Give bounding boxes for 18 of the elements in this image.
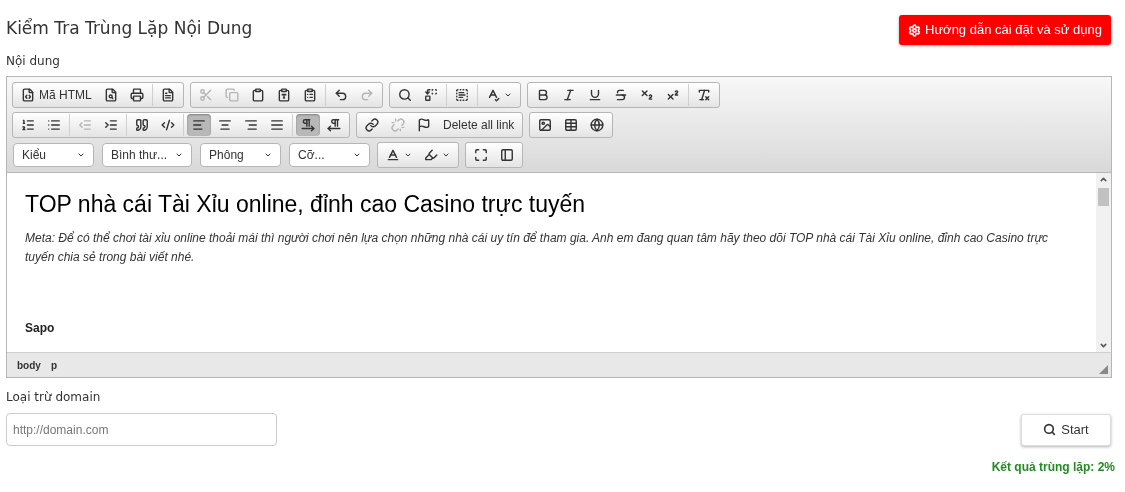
element-path-link[interactable]: body bbox=[17, 357, 41, 373]
toolbar-dropdown[interactable]: Phông bbox=[200, 143, 282, 167]
toolbar-dropdown[interactable]: Cỡ... bbox=[289, 143, 371, 167]
field-label: Loại trừ domain bbox=[6, 389, 102, 406]
page-title: Kiểm Tra Trùng Lặp Nội Dung bbox=[6, 17, 253, 40]
section-heading: Sapo bbox=[25, 319, 56, 337]
toolbar-dropdown[interactable]: Kiểu bbox=[13, 143, 94, 167]
meta-paragraph: Meta: Để có thể chơi tài xỉu online thoải mái thì người chơi nên lựa chọn những nhà cái uy tín để tham gia. Anh em đang quan tâm hãy theo dõi TOP nhà cái Tài Xỉu online, đỉnh cao Casino trực tuyến chia sẻ trong bài viết nhé. bbox=[25, 229, 1049, 266]
duplicate-result: Kết quả trùng lặp: 2% bbox=[991, 459, 1115, 476]
guide-button[interactable]: Hướng dẫn cài đặt và sử dụng bbox=[899, 15, 1111, 45]
document-heading: TOP nhà cái Tài Xỉu online, đỉnh cao Casino trực tuyến bbox=[25, 190, 587, 219]
start-button[interactable]: Start bbox=[1021, 413, 1111, 446]
toolbar-button[interactable]: Mã HTML bbox=[16, 84, 97, 106]
element-path-link[interactable]: p bbox=[50, 357, 57, 373]
domain-input-field[interactable]: http://domain.com bbox=[6, 413, 277, 446]
toolbar-button[interactable]: Delete all link bbox=[438, 114, 520, 136]
field-label: Nội dung bbox=[6, 53, 61, 70]
toolbar-dropdown[interactable]: Bình thư... bbox=[102, 143, 193, 167]
